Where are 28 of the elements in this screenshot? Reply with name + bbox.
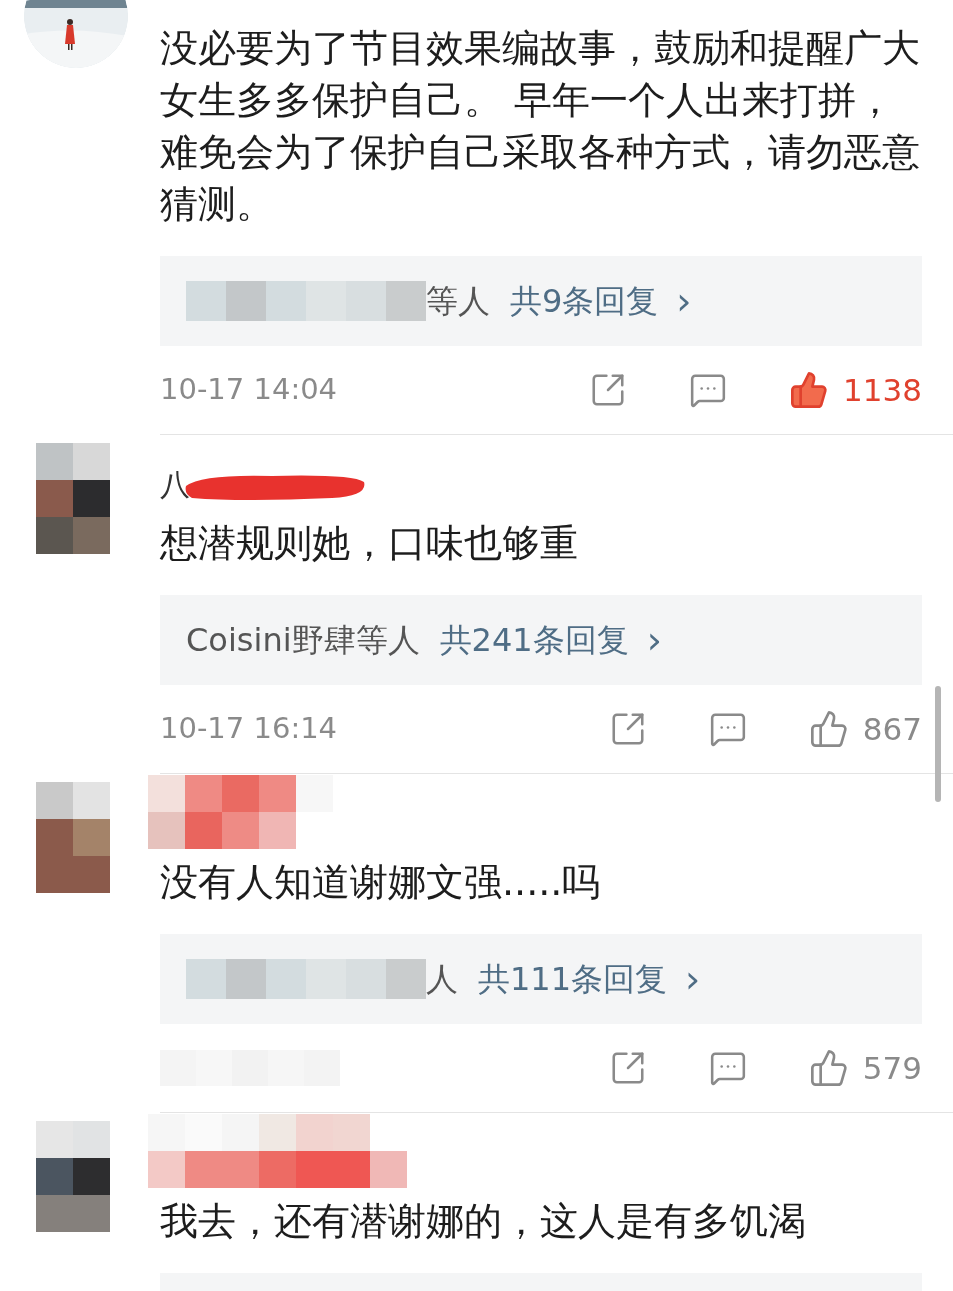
comment-text: 没有人知道谢娜文强.....吗 — [160, 859, 602, 906]
chevron-icon: › — [676, 272, 692, 330]
reply-count: 共111条回复 — [478, 959, 668, 1000]
reply-count: 共9条回复 — [510, 281, 659, 322]
comment-button[interactable] — [708, 1049, 747, 1087]
comment-button[interactable] — [708, 710, 747, 748]
comment-time: 10-17 16:14 — [160, 710, 338, 748]
replies-link[interactable]: Coisini野肆等人 共241条回复 › — [160, 595, 922, 685]
chevron-icon: › — [685, 950, 701, 1008]
reply-names: 等人 — [426, 281, 490, 322]
like-button[interactable]: 867 — [808, 705, 922, 753]
replies-link[interactable]: 等人 共9条回复 › — [160, 256, 922, 346]
comment-text: 想潜规则她，口味也够重 — [160, 520, 579, 567]
comment-text: 没必要为了节目效果编故事，鼓励和提醒广大女生多多保护自己。 早年一个人出来打拼，难免会为了保护自己采取各种方式，请勿恶意猜测。 — [160, 25, 921, 228]
comment-icon — [708, 710, 747, 748]
comment-button[interactable] — [689, 371, 728, 409]
replies-link[interactable]: 人 共111条回复 › — [160, 934, 922, 1024]
user-name: 八 — [160, 470, 190, 500]
like-button[interactable]: 579 — [808, 1044, 922, 1092]
like-button[interactable]: 1138 — [789, 366, 922, 414]
comment-time: 10-17 14:04 — [160, 371, 338, 409]
reply-names: Coisini野肆等人 — [186, 620, 420, 661]
reply-count: 共241条回复 — [439, 620, 629, 661]
reply-names: 人 — [426, 959, 458, 1000]
comment-icon — [708, 1049, 747, 1087]
chevron-icon: › — [646, 611, 662, 669]
comment-icon — [689, 371, 728, 409]
comment-text: 我去，还有潜谢娜的，这人是有多饥渴 — [160, 1198, 807, 1245]
